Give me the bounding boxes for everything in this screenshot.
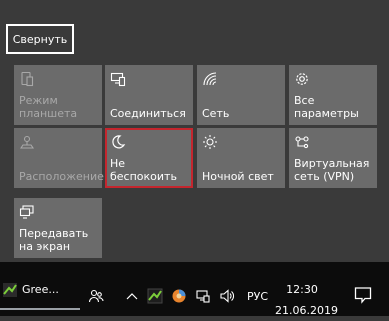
tile-label: Не беспокоить	[110, 157, 177, 183]
connect-icon	[110, 71, 126, 87]
clock-time: 12:30	[286, 283, 318, 296]
greenshot-icon	[2, 282, 18, 298]
tile-tablet-mode[interactable]: Режим планшета	[14, 65, 102, 125]
tile-network[interactable]: Сеть	[197, 65, 285, 125]
project-icon	[19, 204, 35, 220]
clock-date: 21.06.2019	[275, 304, 338, 317]
taskbar-clock[interactable]: 12:30 21.06.2019	[275, 279, 338, 321]
moon-icon	[110, 134, 126, 150]
network-icon	[202, 71, 218, 87]
active-app-indicator	[0, 308, 80, 310]
tile-label: Сеть	[202, 107, 230, 120]
tablet-mode-icon	[19, 71, 35, 87]
notification-icon	[343, 285, 383, 305]
tile-location[interactable]: Расположение	[14, 128, 104, 188]
taskbar-app-label: Gree...	[22, 283, 59, 296]
brightness-icon	[202, 134, 218, 150]
action-center-button[interactable]	[343, 276, 383, 316]
tile-label: Режим планшета	[19, 94, 78, 120]
language-indicator[interactable]: РУС	[247, 290, 268, 303]
tile-label: Виртуальная сеть (VPN)	[294, 157, 370, 183]
taskbar: Gree... РУС 12:30 21.06.2019	[0, 262, 389, 317]
action-center-panel: Свернуть Режим планшета Соединиться Сеть	[0, 0, 389, 262]
taskbar-app-greenshot[interactable]: Gree...	[0, 270, 80, 310]
tile-label: Ночной свет	[202, 170, 274, 183]
tile-do-not-disturb[interactable]: Не беспокоить	[105, 128, 193, 188]
location-icon	[19, 134, 35, 150]
tile-vpn[interactable]: Виртуальная сеть (VPN)	[289, 128, 377, 188]
tile-connect[interactable]: Соединиться	[105, 65, 193, 125]
people-icon[interactable]	[88, 288, 104, 304]
tile-label: Расположение	[19, 170, 104, 183]
greenshot-tray-icon[interactable]	[147, 288, 163, 304]
tile-label: Все параметры	[294, 94, 359, 120]
tile-night-light[interactable]: Ночной свет	[197, 128, 285, 188]
tile-label: Передавать на экран	[19, 227, 89, 253]
chevron-up-icon[interactable]	[124, 288, 140, 304]
browser-tray-icon[interactable]	[171, 288, 187, 304]
collapse-button[interactable]: Свернуть	[6, 24, 74, 54]
network-tray-icon[interactable]	[195, 288, 211, 304]
tile-all-settings[interactable]: Все параметры	[289, 65, 377, 125]
tile-project[interactable]: Передавать на экран	[14, 198, 102, 258]
volume-icon[interactable]	[219, 288, 235, 304]
settings-gear-icon	[294, 71, 310, 87]
vpn-icon	[294, 134, 310, 150]
tile-label: Соединиться	[110, 107, 186, 120]
